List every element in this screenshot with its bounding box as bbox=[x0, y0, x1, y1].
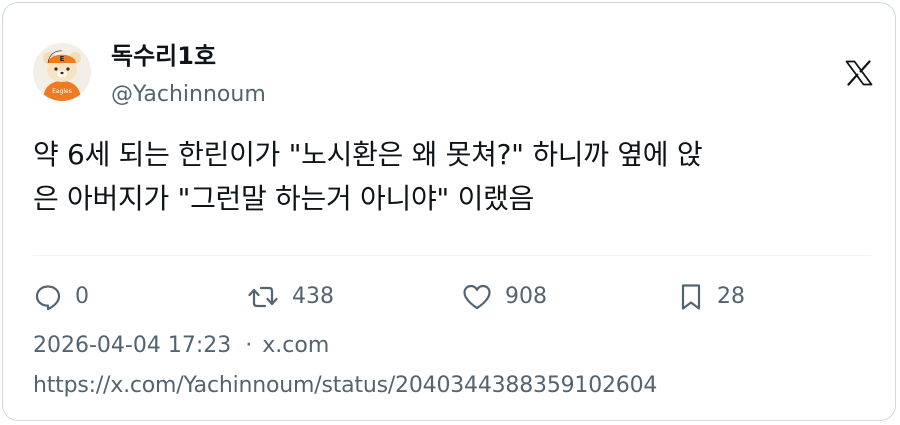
tweet-meta: 2026-04-04 17:23 · x.com bbox=[33, 330, 329, 362]
bookmark-button[interactable]: 28 bbox=[677, 280, 745, 314]
like-count: 908 bbox=[505, 284, 547, 309]
svg-text:E: E bbox=[60, 55, 65, 63]
x-logo-icon[interactable] bbox=[845, 60, 873, 86]
like-button[interactable]: 908 bbox=[461, 280, 547, 314]
avatar[interactable]: Eagles E bbox=[33, 43, 91, 101]
display-name[interactable]: 독수리1호 bbox=[111, 40, 216, 72]
divider bbox=[33, 255, 871, 256]
bookmark-count: 28 bbox=[717, 284, 745, 309]
status-url-link[interactable]: https://x.com/Yachinnoum/status/20403443… bbox=[33, 369, 657, 403]
reply-button[interactable]: 0 bbox=[33, 280, 89, 314]
retweet-count: 438 bbox=[292, 284, 334, 309]
bear-avatar-icon: Eagles E bbox=[33, 43, 91, 101]
tweet-card: Eagles E 독수리1호 @Yachinnoum 약 6세 되는 한린이가 … bbox=[2, 2, 896, 421]
bookmark-icon bbox=[681, 284, 701, 310]
site-link[interactable]: x.com bbox=[262, 333, 329, 358]
reply-count: 0 bbox=[75, 284, 89, 309]
reply-icon bbox=[35, 285, 61, 311]
meta-separator: · bbox=[245, 333, 253, 358]
heart-icon bbox=[463, 284, 491, 310]
tweet-text: 약 6세 되는 한린이가 "노시환은 왜 못쳐?" 하니까 옆에 앉 은 아버지… bbox=[33, 133, 878, 221]
handle[interactable]: @Yachinnoum bbox=[111, 80, 266, 110]
retweet-button[interactable]: 438 bbox=[246, 280, 334, 314]
tweet-text-line: 은 아버지가 "그런말 하는거 아니야" 이랬음 bbox=[33, 182, 534, 215]
svg-text:Eagles: Eagles bbox=[52, 88, 72, 95]
tweet-text-line: 약 6세 되는 한린이가 "노시환은 왜 못쳐?" 하니까 옆에 앉 bbox=[33, 138, 703, 171]
timestamp[interactable]: 2026-04-04 17:23 bbox=[33, 333, 231, 358]
retweet-icon bbox=[248, 286, 278, 308]
